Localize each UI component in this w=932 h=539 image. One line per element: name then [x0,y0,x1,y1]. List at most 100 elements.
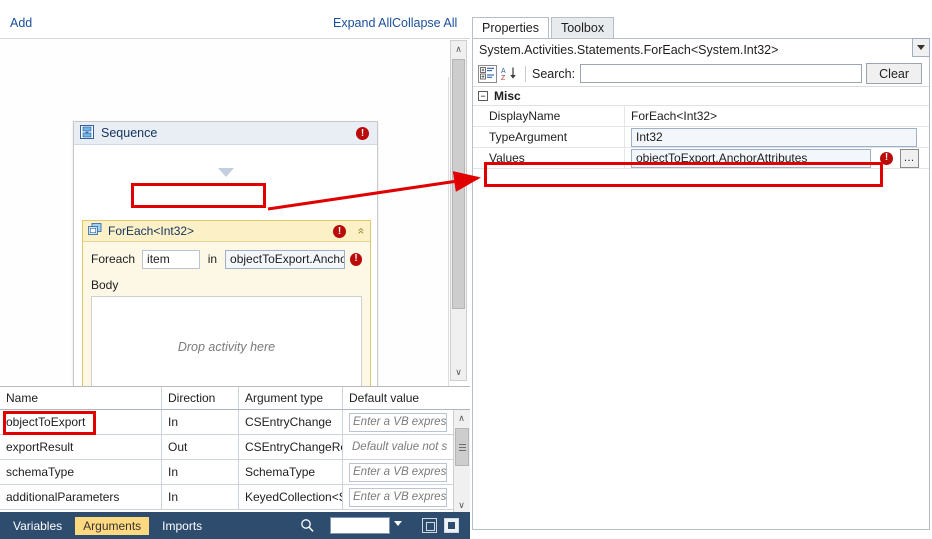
property-row-values[interactable]: Values objectToExport.AnchorAttributes !… [473,148,929,169]
default-value-readonly: Default value not su [352,441,447,453]
argument-name[interactable]: exportResult [0,435,162,459]
table-row[interactable]: additionalParameters In KeyedCollection<… [0,485,470,510]
foreach-title: ForEach<Int32> [108,224,195,238]
foreach-label: Foreach [91,252,136,266]
sequence-body[interactable]: ForEach<Int32> ! « Foreach item in objec… [74,145,377,407]
foreach-item-input[interactable]: item [142,249,200,269]
chevron-down-icon[interactable] [912,38,930,57]
scroll-down-icon[interactable]: ∨ [454,497,469,513]
table-row[interactable]: schemaType In SchemaType Enter a VB expr… [0,460,470,485]
argument-direction[interactable]: In [162,410,239,434]
foreach-values-input[interactable]: objectToExport.Anchor [225,249,346,269]
column-header-argument-type[interactable]: Argument type [239,387,343,409]
values-expression-input[interactable]: objectToExport.AnchorAttributes [631,148,871,168]
argument-default-cell[interactable]: Enter a VB express [343,460,453,484]
argument-name[interactable]: objectToExport [0,410,162,434]
argument-direction[interactable]: In [162,485,239,509]
foreach-activity[interactable]: ForEach<Int32> ! « Foreach item in objec… [82,220,371,399]
activity-drop-zone[interactable]: Drop activity here [91,296,362,398]
restore-icon[interactable] [444,518,459,533]
tab-arguments[interactable]: Arguments [75,516,150,535]
table-row[interactable]: objectToExport In CSEntryChange Enter a … [0,410,470,435]
properties-toolbar: A Z Search: Clear [473,61,929,87]
designer-status-strip: Variables Arguments Imports [0,512,470,539]
foreach-expression-row: Foreach item in objectToExport.Anchor ! [91,248,362,270]
svg-text:A: A [501,68,506,75]
arguments-scrollbar-thumb[interactable] [455,428,469,466]
column-header-name[interactable]: Name [0,387,162,409]
clear-button[interactable]: Clear [866,63,923,84]
argument-type[interactable]: CSEntryChange [239,410,343,434]
scroll-down-icon[interactable]: ∨ [451,364,466,380]
search-label: Search: [532,66,576,81]
canvas-scrollbar-thumb[interactable] [452,59,465,309]
argument-name[interactable]: additionalParameters [0,485,162,509]
scroll-up-icon[interactable]: ∧ [454,410,469,426]
argument-name[interactable]: schemaType [0,460,162,484]
values-ellipsis-button[interactable]: … [900,148,919,168]
tab-imports[interactable]: Imports [154,517,210,535]
drop-activity-hint: Drop activity here [177,340,276,354]
foreach-error-icon[interactable]: ! [333,225,346,238]
arguments-vertical-scrollbar[interactable]: ∧ ∨ [453,410,470,513]
argument-default-cell: Default value not su [343,435,453,459]
sort-alphabetical-icon[interactable]: A Z [500,65,519,83]
argument-default-cell[interactable]: Enter a VB express [343,410,453,434]
collapse-all-link[interactable]: Collapse All [392,16,457,30]
chevron-down-icon[interactable] [394,521,402,526]
values-error-icon[interactable]: ! [880,151,893,165]
property-value-cell[interactable]: Int32 [625,38,930,147]
expand-all-link[interactable]: Expand All [333,16,392,30]
svg-text:Z: Z [501,75,506,81]
category-label: Misc [494,89,521,103]
default-value-input[interactable]: Enter a VB express [349,462,447,482]
default-value-input[interactable]: Enter a VB express [349,487,447,507]
argument-type[interactable]: KeyedCollection<S [239,485,343,509]
collapse-toggle-icon[interactable]: − [478,91,488,101]
tab-toolbox[interactable]: Toolbox [550,17,615,38]
sequence-header[interactable]: Sequence ! [74,122,377,145]
arguments-table-header: Name Direction Argument type Default val… [0,387,470,410]
property-value-cell[interactable]: objectToExport.AnchorAttributes ! … [625,148,929,168]
argument-type[interactable]: CSEntryChangeRes [239,435,343,459]
canvas-vertical-scrollbar[interactable]: ∧ ∨ [450,40,467,381]
default-value-input[interactable]: Enter a VB express [349,412,447,432]
search-input[interactable] [580,64,863,83]
argument-direction[interactable]: In [162,460,239,484]
sequence-error-icon[interactable]: ! [356,127,369,140]
foreach-header[interactable]: ForEach<Int32> ! « [83,221,370,242]
property-row-typeargument[interactable]: TypeArgument Int32 [473,38,930,148]
argument-type[interactable]: SchemaType [239,460,343,484]
zoom-search-input[interactable] [330,517,390,534]
property-row-displayname[interactable]: DisplayName ForEach<Int32> [473,106,929,127]
foreach-values-error-icon[interactable]: ! [350,252,362,266]
column-header-direction[interactable]: Direction [162,387,239,409]
properties-type-line: System.Activities.Statements.ForEach<Sys… [473,39,929,61]
scrollbar-grip-icon [459,444,466,451]
property-name: Values [473,148,625,168]
property-name: DisplayName [473,106,625,126]
toolbar-separator [525,65,526,82]
tab-variables[interactable]: Variables [5,517,70,535]
tab-properties[interactable]: Properties [472,17,549,38]
designer-canvas[interactable]: Sequence ! ForEach<Int32> ! « Foreach it… [0,38,470,422]
fit-to-screen-icon[interactable] [422,518,437,533]
canvas-scroll-divider [448,77,449,422]
add-link[interactable]: Add [10,16,32,30]
foreach-body-label: Body [91,278,119,292]
argument-default-cell[interactable]: Enter a VB express [343,485,453,509]
properties-tabs: Properties Toolbox [472,17,615,38]
table-row[interactable]: exportResult Out CSEntryChangeRes Defaul… [0,435,470,460]
property-value[interactable]: ForEach<Int32> [625,106,929,126]
argument-direction[interactable]: Out [162,435,239,459]
typeargument-combobox[interactable]: Int32 [631,127,917,147]
search-icon[interactable] [300,518,315,536]
categorized-view-icon[interactable] [478,64,497,83]
sequence-activity[interactable]: Sequence ! ForEach<Int32> ! « Foreach it… [73,121,378,407]
foreach-icon [88,223,102,239]
column-header-default-value[interactable]: Default value [343,387,453,409]
scroll-up-icon[interactable]: ∧ [451,41,466,57]
app-window: Add Expand All Collapse All Sequence ! F… [0,0,932,539]
chevron-up-icon[interactable]: « [355,228,369,235]
property-category-misc[interactable]: − Misc [473,87,929,106]
